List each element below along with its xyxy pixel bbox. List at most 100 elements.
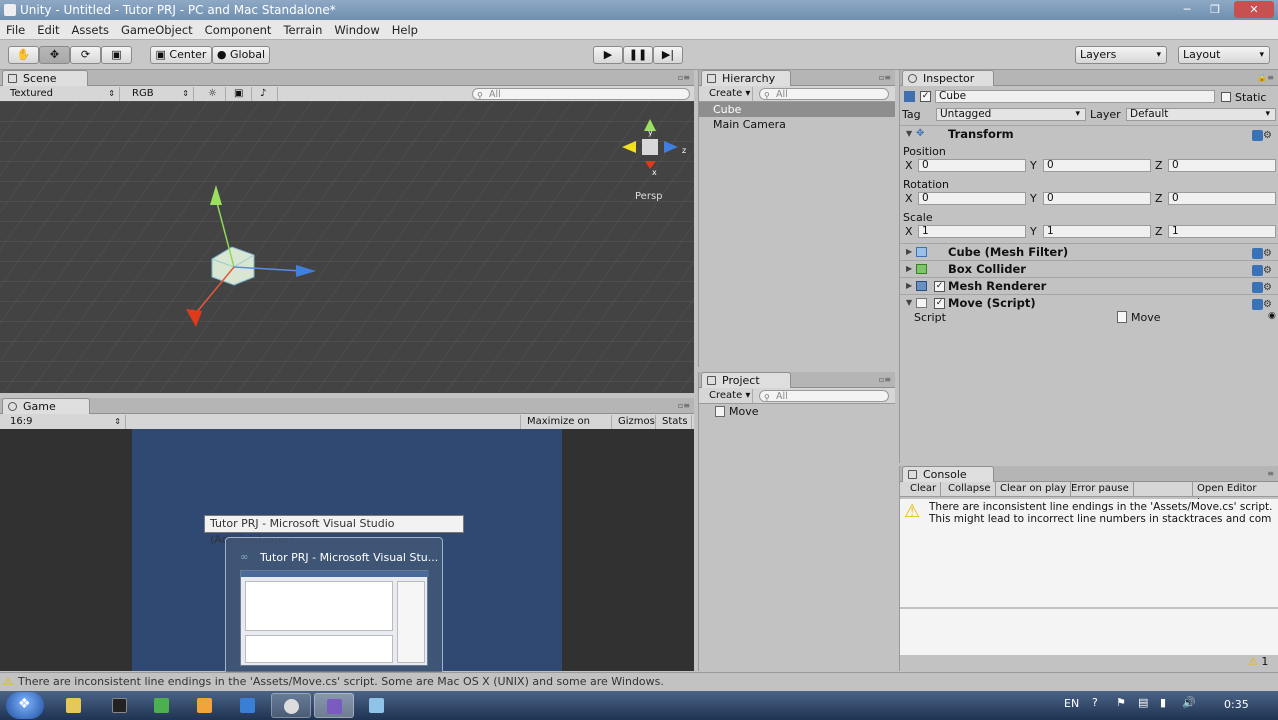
window-thumbnail-preview[interactable]: ∞ Tutor PRJ - Microsoft Visual Stu... [225, 537, 443, 682]
taskbar-app3[interactable] [142, 693, 182, 718]
taskbar-unity[interactable] [271, 693, 311, 718]
space-toggle-button[interactable]: ● Global [212, 46, 270, 64]
tag-dropdown[interactable]: Untagged [936, 108, 1086, 121]
console-message[interactable]: There are inconsistent line endings in t… [929, 501, 1277, 525]
menu-window[interactable]: Window [328, 20, 385, 40]
tab-inspector[interactable]: Inspector [902, 70, 994, 86]
tab-hierarchy[interactable]: Hierarchy [701, 70, 791, 86]
project-create-dropdown[interactable]: Create ▾ [703, 389, 753, 403]
scale-tool-button[interactable]: ▣ [101, 46, 132, 64]
move-script-enabled-checkbox[interactable]: ✓ [934, 298, 945, 309]
transform-component-header[interactable]: ▼ ✥ Transform ⚙ [900, 125, 1278, 142]
panel-menu-icon[interactable]: ▫≡ [678, 401, 690, 410]
taskbar-visual-studio[interactable] [314, 693, 354, 718]
clear-on-play-button[interactable]: Clear on play [996, 482, 1072, 496]
pivot-toggle-button[interactable]: ▣ Center [150, 46, 212, 64]
help-icon[interactable]: ? [1092, 696, 1098, 709]
maximize-button[interactable]: ❐ [1202, 1, 1228, 18]
close-button[interactable]: ✕ [1234, 1, 1274, 18]
menu-terrain[interactable]: Terrain [277, 20, 328, 40]
hierarchy-search-input[interactable]: ⚲ All [759, 88, 889, 100]
battery-icon[interactable]: ▮ [1160, 696, 1166, 709]
menu-file[interactable]: File [0, 20, 31, 40]
menu-assets[interactable]: Assets [66, 20, 115, 40]
gizmos-toggle[interactable]: Gizmos [612, 415, 656, 429]
object-name-field[interactable]: Cube [935, 90, 1215, 103]
scene-search-input[interactable]: ⚲ All [472, 88, 690, 100]
step-button[interactable]: ▶| [653, 46, 683, 64]
project-item-move[interactable]: Move [699, 404, 895, 419]
network-icon[interactable]: ▤ [1138, 696, 1148, 709]
static-checkbox[interactable] [1221, 92, 1231, 102]
collapse-button[interactable]: Collapse [944, 482, 996, 496]
scale-z-field[interactable]: 1 [1168, 225, 1276, 238]
position-z-field[interactable]: 0 [1168, 159, 1276, 172]
mesh-renderer-component-header[interactable]: ▶ ✓ Mesh Renderer ⚙ [900, 277, 1278, 294]
script-value[interactable]: Move [1131, 311, 1161, 324]
minimize-button[interactable]: ─ [1174, 1, 1200, 18]
taskbar-app8[interactable] [357, 693, 397, 718]
panel-menu-icon[interactable]: ▫≡ [678, 73, 690, 82]
taskbar-app5[interactable] [228, 693, 268, 718]
open-editor-log-button[interactable]: Open Editor Log [1192, 482, 1278, 508]
mesh-filter-component-header[interactable]: ▶ Cube (Mesh Filter) ⚙ [900, 243, 1278, 260]
move-script-component-header[interactable]: ▼ ✓ Move (Script) ⚙ [900, 294, 1278, 311]
start-button[interactable]: ❖ [6, 692, 44, 719]
play-button[interactable]: ▶ [593, 46, 623, 64]
hierarchy-create-dropdown[interactable]: Create ▾ [703, 87, 753, 101]
maximize-on-play-toggle[interactable]: Maximize on Play [520, 415, 612, 441]
tab-console[interactable]: Console [902, 466, 994, 482]
system-clock[interactable]: 0:35 [1224, 698, 1249, 711]
panel-menu-icon[interactable]: ▫≡ [879, 73, 891, 82]
hierarchy-item-main-camera[interactable]: Main Camera [699, 117, 895, 132]
taskbar-explorer[interactable] [54, 693, 94, 718]
hand-tool-button[interactable]: ✋ [8, 46, 39, 64]
component-settings-icon[interactable]: ⚙ [1252, 128, 1274, 144]
position-x-field[interactable]: 0 [918, 159, 1026, 172]
aspect-dropdown[interactable]: 16:9 ⇕ [4, 415, 126, 429]
tab-game[interactable]: Game [2, 398, 90, 414]
scale-y-field[interactable]: 1 [1043, 225, 1151, 238]
rotate-tool-button[interactable]: ⟳ [70, 46, 101, 64]
taskbar-app4[interactable] [185, 693, 225, 718]
layout-dropdown[interactable]: Layout [1178, 46, 1270, 64]
status-bar[interactable]: ⚠ There are inconsistent line endings in… [0, 672, 1278, 691]
console-log-list[interactable]: ⚠ There are inconsistent line endings in… [900, 499, 1278, 607]
rotation-z-field[interactable]: 0 [1168, 192, 1276, 205]
active-checkbox[interactable]: ✓ [920, 91, 931, 102]
lighting-toggle[interactable]: ☼ [202, 87, 226, 101]
volume-icon[interactable]: 🔊 [1182, 696, 1196, 709]
flag-icon[interactable]: ⚑ [1116, 696, 1126, 709]
console-detail-area[interactable] [900, 609, 1278, 655]
object-picker-icon[interactable]: ◉ [1268, 311, 1276, 321]
image-toggle[interactable]: ▣ [228, 87, 252, 101]
hierarchy-item-cube[interactable]: Cube [699, 102, 895, 117]
audio-toggle[interactable]: ♪ [254, 87, 278, 101]
panel-menu-icon[interactable]: ▫≡ [879, 375, 891, 384]
move-tool-button[interactable]: ✥ [39, 46, 70, 64]
menu-component[interactable]: Component [199, 20, 278, 40]
layers-dropdown[interactable]: Layers [1075, 46, 1167, 64]
taskbar-media[interactable] [100, 693, 140, 718]
tab-scene[interactable]: Scene [2, 70, 88, 86]
error-pause-button[interactable]: Error pause [1067, 482, 1134, 496]
panel-menu-icon[interactable]: 🔒≡ [1257, 73, 1274, 82]
pause-button[interactable]: ❚❚ [623, 46, 653, 64]
scene-viewport[interactable]: y z x Persp [0, 101, 694, 393]
panel-menu-icon[interactable]: ≡ [1267, 469, 1274, 478]
project-search-input[interactable]: ⚲ All [759, 390, 889, 402]
stats-toggle[interactable]: Stats [656, 415, 692, 429]
language-indicator[interactable]: EN [1064, 697, 1079, 710]
scale-x-field[interactable]: 1 [918, 225, 1026, 238]
position-y-field[interactable]: 0 [1043, 159, 1151, 172]
mesh-renderer-enabled-checkbox[interactable]: ✓ [934, 281, 945, 292]
layer-dropdown[interactable]: Default [1126, 108, 1276, 121]
menu-help[interactable]: Help [386, 20, 424, 40]
rotation-x-field[interactable]: 0 [918, 192, 1026, 205]
tab-project[interactable]: Project [701, 372, 791, 388]
menu-edit[interactable]: Edit [31, 20, 65, 40]
clear-button[interactable]: Clear [906, 482, 942, 496]
rotation-y-field[interactable]: 0 [1043, 192, 1151, 205]
color-mode-dropdown[interactable]: RGB ⇕ [126, 87, 194, 101]
box-collider-component-header[interactable]: ▶ Box Collider ⚙ [900, 260, 1278, 277]
